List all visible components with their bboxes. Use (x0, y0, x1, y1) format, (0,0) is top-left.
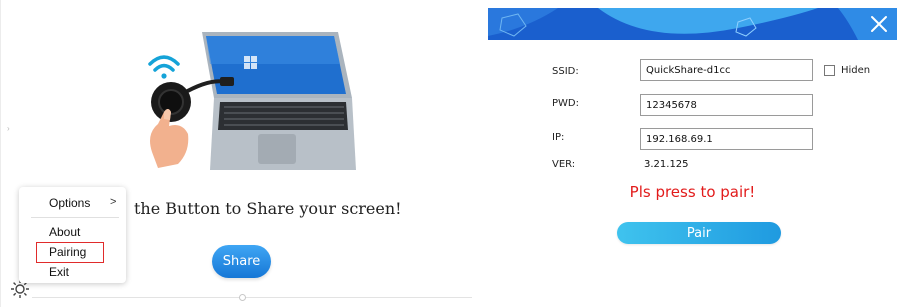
divider-knob (239, 294, 246, 301)
resize-handle[interactable]: › (7, 124, 10, 133)
share-instruction-text: the Button to Share your screen! (134, 199, 402, 218)
hiden-label: Hiden (841, 65, 871, 76)
share-button[interactable]: Share (212, 245, 271, 278)
window-edge (0, 0, 1, 307)
context-menu: Options > About Pairing Exit (19, 187, 126, 283)
menu-item-exit[interactable]: Exit (49, 265, 69, 279)
ip-label: IP: (552, 132, 565, 143)
pairing-window: SSID: Hiden PWD: IP: VER: 3.21.125 Pls p… (488, 8, 897, 307)
share-window: › the Button to Share your screen! Share… (0, 0, 478, 307)
menu-item-options[interactable]: Options (49, 196, 90, 210)
window-header (488, 8, 897, 40)
submenu-arrow-icon: > (110, 196, 117, 208)
menu-separator (31, 217, 119, 218)
pwd-field[interactable] (640, 94, 813, 116)
ip-field[interactable] (640, 128, 813, 150)
menu-item-about[interactable]: About (49, 225, 80, 239)
pair-button[interactable]: Pair (617, 222, 781, 244)
hiden-checkbox[interactable] (824, 65, 835, 76)
close-icon[interactable] (869, 14, 889, 34)
ssid-label: SSID: (552, 66, 579, 77)
pair-status-text: Pls press to pair! (629, 183, 756, 201)
ver-label: VER: (552, 159, 576, 170)
menu-item-pairing[interactable]: Pairing (49, 245, 86, 259)
bottom-divider (32, 297, 472, 298)
pwd-label: PWD: (552, 98, 579, 109)
header-decoration (488, 8, 897, 40)
wifi-icon (148, 55, 180, 79)
laptop-illustration (202, 32, 356, 170)
share-illustration (148, 32, 356, 170)
ssid-field[interactable] (640, 59, 813, 81)
ver-value: 3.21.125 (644, 159, 689, 170)
